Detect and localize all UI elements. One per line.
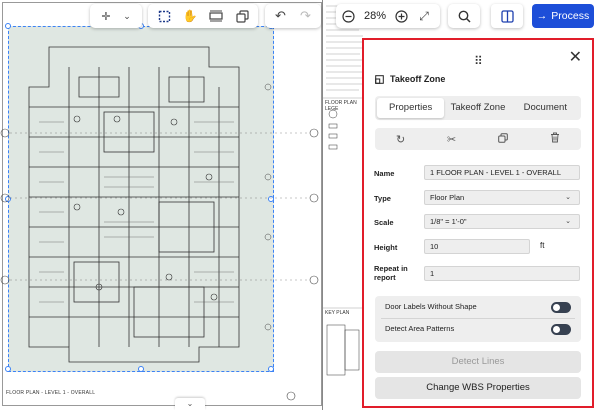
close-icon[interactable]: ✕ (569, 50, 582, 66)
panel-title: Takeoff Zone (390, 74, 446, 84)
legend-panel: FLOOR PLAN LEGE KEY PLAN (322, 0, 365, 410)
plan-title: FLOOR PLAN - LEVEL 1 - OVERALL (6, 390, 96, 396)
repeat-label: Repeat in report (374, 264, 408, 282)
height-label: Height (374, 243, 398, 252)
door-labels-label: Door Labels Without Shape (385, 302, 477, 311)
history-group: ↶ ↷ (265, 4, 321, 28)
crosshair-icon[interactable]: ✛ (94, 6, 118, 26)
name-field[interactable]: 1 FLOOR PLAN - LEVEL 1 - OVERALL (424, 165, 580, 180)
refresh-icon[interactable]: ↻ (396, 133, 405, 146)
undo-icon[interactable]: ↶ (269, 6, 292, 26)
tab-takeoff-zone[interactable]: Takeoff Zone (444, 98, 511, 118)
zoom-level: 28% (363, 10, 387, 22)
panel-header: Takeoff Zone (375, 74, 445, 84)
zoom-group: 28% ⤢ (336, 4, 440, 28)
detect-area-label: Detect Area Patterns (385, 324, 455, 333)
copy-icon[interactable] (230, 6, 254, 26)
detection-options: Door Labels Without Shape Detect Area Pa… (375, 296, 581, 342)
legend-floor-plan-label: FLOOR PLAN LEGE (325, 100, 357, 112)
search-group (448, 4, 480, 28)
chevron-down-icon: ⌄ (565, 218, 571, 225)
detect-area-toggle[interactable] (551, 324, 571, 335)
drag-handle-icon[interactable]: ⠿ (474, 54, 483, 68)
fullscreen-icon[interactable]: ⤢ (412, 6, 436, 26)
process-button-label: Process (551, 10, 590, 22)
change-wbs-button[interactable]: Change WBS Properties (375, 377, 581, 399)
zone-icon (375, 74, 384, 84)
panel-tabs: Properties Takeoff Zone Document (375, 96, 581, 120)
select-icon[interactable] (152, 6, 176, 26)
chevron-down-icon[interactable]: ⌄ (120, 6, 134, 26)
type-select[interactable]: Floor Plan ⌄ (424, 190, 580, 205)
repeat-label-line2: report (374, 273, 396, 282)
redo-icon[interactable]: ↷ (294, 6, 317, 26)
scissors-icon[interactable]: ✂ (447, 133, 456, 146)
chevron-down-icon: ⌄ (565, 194, 571, 201)
takeoff-zone-panel: ⠿ ✕ Takeoff Zone Properties Takeoff Zone… (362, 38, 594, 408)
zone-actions: ↻ ✂ (375, 128, 581, 150)
measure-icon[interactable] (204, 6, 228, 26)
detect-lines-button[interactable]: Detect Lines (375, 351, 581, 373)
grid-markers (0, 128, 319, 401)
height-unit: ft (540, 241, 545, 250)
scale-label: Scale (374, 218, 394, 227)
repeat-field[interactable]: 1 (424, 266, 580, 281)
tab-document[interactable]: Document (512, 98, 579, 118)
divider (381, 318, 575, 319)
tool-mode-group: ✛ ⌄ (90, 4, 142, 28)
zoom-in-icon[interactable] (392, 6, 410, 26)
edit-tools-group: ✋ (148, 4, 258, 28)
hand-icon[interactable]: ✋ (178, 6, 202, 26)
type-select-value: Floor Plan (430, 193, 465, 202)
duplicate-icon[interactable] (498, 132, 508, 146)
chevron-down-icon[interactable]: ⌄ (175, 398, 205, 410)
height-field[interactable]: 10 (424, 239, 530, 254)
arrow-right-icon: → (536, 10, 548, 22)
zoom-out-icon[interactable] (340, 6, 358, 26)
scale-select[interactable]: 1/8" = 1'-0" ⌄ (424, 214, 580, 229)
process-button[interactable]: → Process (532, 4, 594, 28)
tab-properties[interactable]: Properties (377, 98, 445, 118)
trash-icon[interactable] (550, 132, 560, 146)
repeat-label-line1: Repeat in (374, 264, 408, 273)
scale-select-value: 1/8" = 1'-0" (430, 217, 467, 226)
sidebar-icon[interactable] (491, 4, 523, 28)
type-label: Type (374, 194, 391, 203)
legend-key-plan-label: KEY PLAN (325, 310, 350, 316)
search-icon[interactable] (452, 6, 476, 26)
door-labels-toggle[interactable] (551, 302, 571, 313)
name-label: Name (374, 169, 395, 178)
